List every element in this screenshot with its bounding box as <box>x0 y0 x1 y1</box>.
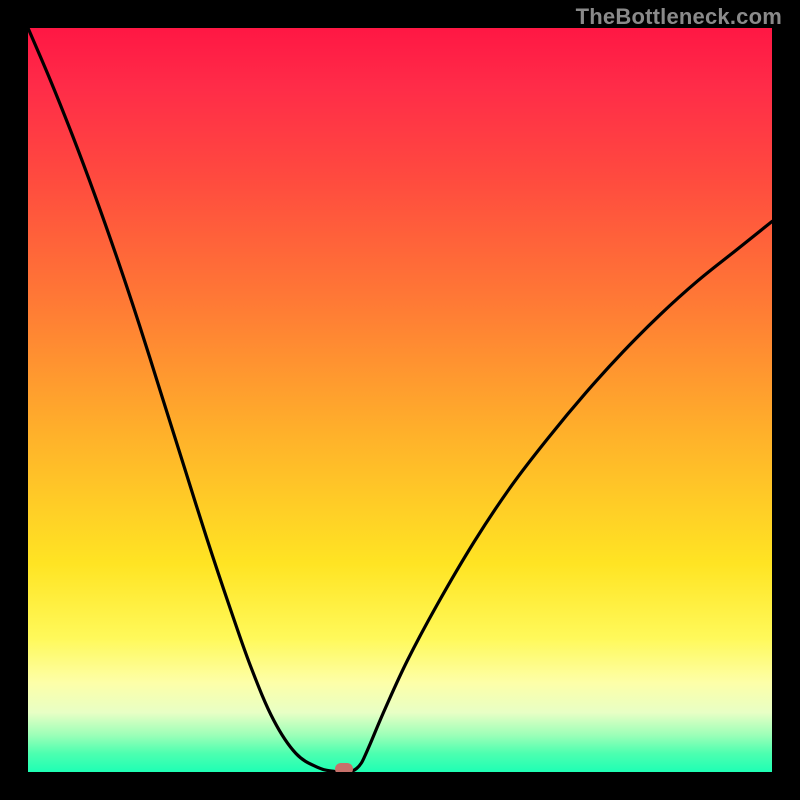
chart-frame: TheBottleneck.com <box>0 0 800 800</box>
plot-area <box>28 28 772 772</box>
bottleneck-curve <box>28 28 772 772</box>
watermark-text: TheBottleneck.com <box>576 4 782 30</box>
minimum-marker <box>335 763 353 772</box>
